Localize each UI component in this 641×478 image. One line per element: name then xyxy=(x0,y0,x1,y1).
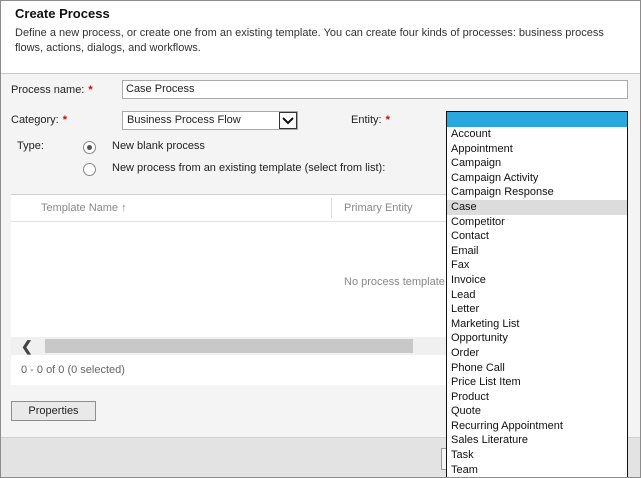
required-marker: * xyxy=(385,114,390,126)
dialog-title: Create Process xyxy=(15,6,110,21)
entity-option-appointment[interactable]: Appointment xyxy=(447,142,627,157)
category-label: Category: * xyxy=(11,114,67,126)
entity-dropdown-list[interactable]: Account Appointment Campaign Campaign Activ… xyxy=(446,111,628,477)
entity-option-task[interactable]: Task xyxy=(447,448,627,463)
entity-label-text: Entity: xyxy=(351,114,382,126)
entity-option-competitor[interactable]: Competitor xyxy=(447,215,627,230)
type-option-blank-label: New blank process xyxy=(112,140,205,152)
dialog-description: Define a new process, or create one from… xyxy=(15,27,604,54)
entity-option-order[interactable]: Order xyxy=(447,346,627,361)
entity-option-contact[interactable]: Contact xyxy=(447,229,627,244)
entity-option-marketing-list[interactable]: Marketing List xyxy=(447,317,627,332)
process-name-input[interactable]: Case Process xyxy=(122,80,628,99)
create-process-dialog: Create Process Define a new process, or … xyxy=(0,0,641,478)
entity-option-opportunity[interactable]: Opportunity xyxy=(447,331,627,346)
radio-new-blank-process[interactable] xyxy=(83,141,96,154)
entity-option-product[interactable]: Product xyxy=(447,390,627,405)
entity-option-letter[interactable]: Letter xyxy=(447,302,627,317)
entity-option-team[interactable]: Team xyxy=(447,463,627,477)
category-value: Business Process Flow xyxy=(127,114,241,126)
dialog-header: Create Process Define a new process, or … xyxy=(1,1,640,74)
column-primary-entity[interactable]: Primary Entity xyxy=(344,202,412,214)
process-name-label-text: Process name: xyxy=(11,84,85,96)
entity-option-campaign[interactable]: Campaign xyxy=(447,156,627,171)
entity-option-email[interactable]: Email xyxy=(447,244,627,259)
category-select[interactable]: Business Process Flow xyxy=(122,111,298,130)
entity-option-fax[interactable]: Fax xyxy=(447,258,627,273)
entity-option-price-list-item[interactable]: Price List Item xyxy=(447,375,627,390)
entity-label: Entity: * xyxy=(351,114,390,126)
radio-selected-dot xyxy=(87,145,92,150)
record-count: 0 - 0 of 0 (0 selected) xyxy=(21,364,125,376)
entity-option-quote[interactable]: Quote xyxy=(447,404,627,419)
entity-option-sales-literature[interactable]: Sales Literature xyxy=(447,433,627,448)
entity-option-invoice[interactable]: Invoice xyxy=(447,273,627,288)
process-name-label: Process name: * xyxy=(11,84,93,96)
entity-option-campaign-response[interactable]: Campaign Response xyxy=(447,185,627,200)
chevron-down-icon[interactable] xyxy=(279,112,297,129)
entity-option-recurring-appointment[interactable]: Recurring Appointment xyxy=(447,419,627,434)
entity-option-phone-call[interactable]: Phone Call xyxy=(447,361,627,376)
entity-select-highlight[interactable] xyxy=(447,112,627,127)
column-separator xyxy=(331,198,332,218)
type-option-template-label: New process from an existing template (s… xyxy=(112,162,386,174)
column-template-name[interactable]: Template Name ↑ xyxy=(41,202,127,214)
properties-button[interactable]: Properties xyxy=(11,401,96,421)
chevron-left-icon[interactable]: ❮ xyxy=(21,338,33,354)
entity-option-campaign-activity[interactable]: Campaign Activity xyxy=(447,171,627,186)
type-label: Type: xyxy=(17,140,44,152)
required-marker: * xyxy=(62,114,67,126)
entity-option-lead[interactable]: Lead xyxy=(447,288,627,303)
radio-from-template[interactable] xyxy=(83,163,96,176)
required-marker: * xyxy=(88,84,93,96)
process-name-value: Case Process xyxy=(126,83,195,95)
grid-empty-message: No process template xyxy=(344,276,445,288)
entity-options: Account Appointment Campaign Campaign Activ… xyxy=(447,127,627,477)
scrollbar-thumb[interactable] xyxy=(45,339,413,353)
category-label-text: Category: xyxy=(11,114,59,126)
entity-option-case[interactable]: Case xyxy=(447,199,627,215)
entity-option-account[interactable]: Account xyxy=(447,127,627,142)
